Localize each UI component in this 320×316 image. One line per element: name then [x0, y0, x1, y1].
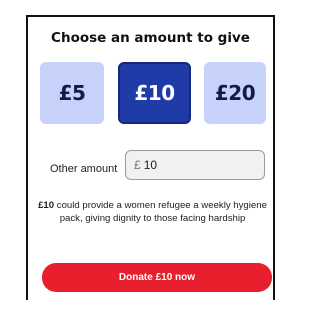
other-amount-label: Other amount [50, 163, 118, 175]
impact-text: could provide a women refugee a weekly h… [54, 200, 267, 224]
donate-button[interactable]: Donate £10 now [42, 263, 272, 292]
amount-option-5[interactable]: £5 [40, 62, 104, 124]
amount-option-10[interactable]: £10 [118, 62, 191, 124]
currency-symbol: £ [134, 158, 141, 172]
amount-option-20[interactable]: £20 [204, 62, 266, 124]
impact-description: £10 could provide a women refugee a week… [34, 199, 271, 225]
impact-amount: £10 [38, 200, 55, 211]
widget-title: Choose an amount to give [51, 30, 250, 46]
donation-widget: Choose an amount to give £5 £10 £20 Othe… [26, 15, 275, 300]
other-amount-input[interactable]: £ 10 [125, 150, 265, 180]
other-amount-value: 10 [143, 158, 158, 172]
